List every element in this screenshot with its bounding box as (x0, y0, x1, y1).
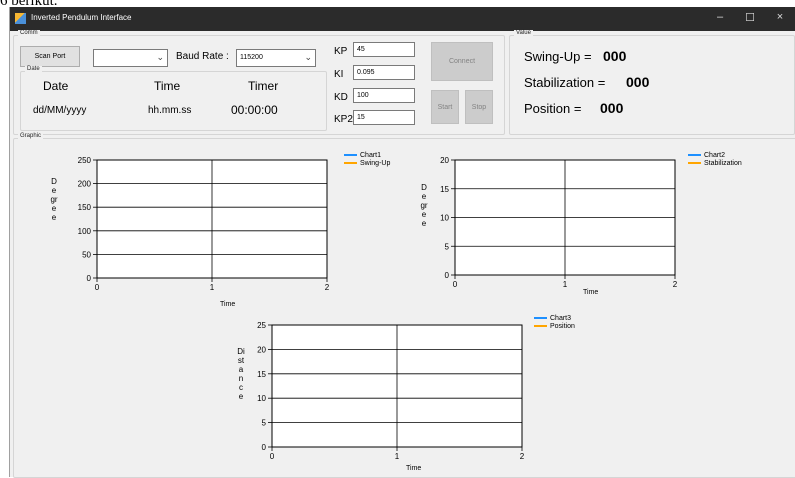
chart2-xlabel: Time (583, 289, 599, 296)
stop-button[interactable]: Stop (465, 90, 493, 124)
x-tick-label: 1 (210, 283, 215, 292)
chevron-down-icon: ⌄ (304, 52, 312, 62)
ki-input[interactable]: 0.095 (353, 65, 415, 80)
x-tick-label: 2 (673, 280, 678, 289)
timer-header: Timer (248, 79, 279, 93)
date-value: dd/MM/yyyy (33, 105, 87, 116)
chart1-legend-item: Swing-Up (344, 159, 390, 167)
chart1-ylabel: Degree (50, 177, 58, 222)
y-tick-label: 150 (78, 203, 92, 212)
graphic-group-label: Graphic (18, 133, 44, 139)
chart1-legend-label: Chart1 (360, 151, 382, 159)
minimize-button[interactable]: – (710, 11, 730, 23)
value-group-label: Value (514, 30, 533, 36)
chart2-legend: Chart2 Stabilization (688, 151, 742, 167)
stabilization-label: Stabilization = (524, 75, 606, 90)
y-tick-label: 10 (440, 214, 449, 223)
baud-rate-label: Baud Rate : (176, 51, 229, 62)
title-bar[interactable]: Inverted Pendulum Interface – ☐ × (10, 7, 795, 31)
y-tick-label: 5 (445, 242, 450, 251)
kp-label: KP (334, 46, 348, 57)
x-tick-label: 1 (395, 452, 400, 461)
y-tick-label: 100 (78, 227, 92, 236)
y-tick-label: 25 (257, 321, 266, 330)
position-label: Position = (524, 101, 582, 116)
chart3-legend-label: Position (550, 322, 575, 330)
y-tick-label: 0 (87, 274, 92, 283)
kd-input[interactable]: 100 (353, 88, 415, 103)
chart2-ylabel: Degree (420, 183, 428, 228)
x-tick-label: 2 (325, 283, 330, 292)
time-value: hh.mm.ss (148, 105, 192, 116)
kp-input[interactable]: 45 (353, 42, 415, 57)
baud-rate-combobox[interactable]: 115200 ⌄ (236, 49, 316, 67)
chart-position: 0 5 10 15 20 25 0 1 2 (257, 321, 525, 461)
chart-swing-up: 0 50 100 150 200 250 0 1 2 (78, 156, 330, 292)
date-group-label: Date (25, 66, 42, 72)
x-tick-label: 2 (520, 452, 525, 461)
y-tick-label: 0 (262, 443, 267, 452)
window-title: Inverted Pendulum Interface (31, 13, 132, 22)
start-button[interactable]: Start (431, 90, 459, 124)
position-value: 000 (600, 100, 624, 116)
x-tick-label: 0 (95, 283, 100, 292)
timer-value: 00:00:00 (231, 103, 278, 117)
chart3-ylabel: Distance (237, 347, 245, 401)
y-tick-label: 50 (82, 250, 91, 259)
kp2-input[interactable]: 15 (353, 110, 415, 125)
date-header: Date (43, 79, 69, 93)
chart3-legend-label: Chart3 (550, 314, 572, 322)
app-window: Inverted Pendulum Interface – ☐ × Comm S… (9, 7, 795, 478)
chart3-legend-item: Position (534, 322, 575, 330)
chart2-legend-label: Chart2 (704, 151, 726, 159)
y-tick-label: 250 (78, 156, 92, 165)
chart2-legend-item: Chart2 (688, 151, 742, 159)
port-combobox[interactable]: ⌄ (93, 49, 168, 67)
connect-button[interactable]: Connect (431, 42, 493, 81)
chart1-legend: Chart1 Swing-Up (344, 151, 390, 167)
chart3-legend-item: Chart3 (534, 314, 575, 322)
time-header: Time (154, 79, 181, 93)
y-tick-label: 20 (257, 345, 266, 354)
chevron-down-icon: ⌄ (156, 52, 164, 62)
close-button[interactable]: × (770, 11, 790, 23)
y-tick-label: 15 (257, 370, 266, 379)
scan-port-button[interactable]: Scan Port (20, 46, 80, 67)
x-tick-label: 0 (270, 452, 275, 461)
y-tick-label: 0 (445, 271, 450, 280)
app-icon (15, 13, 26, 24)
ki-label: KI (334, 69, 344, 80)
y-tick-label: 10 (257, 394, 266, 403)
kd-label: KD (334, 92, 348, 103)
chart3-xlabel: Time (406, 465, 422, 472)
stabilization-value: 000 (626, 74, 650, 90)
x-tick-label: 1 (563, 280, 568, 289)
y-tick-label: 15 (440, 185, 449, 194)
y-tick-label: 200 (78, 180, 92, 189)
chart1-legend-label: Swing-Up (360, 159, 391, 167)
swing-up-label: Swing-Up = (524, 49, 592, 64)
baud-rate-value: 115200 (240, 54, 263, 61)
swing-up-value: 000 (603, 48, 627, 64)
comm-group-label: Comm (18, 30, 40, 36)
chart-stabilization: 0 5 10 15 20 0 1 2 (440, 156, 678, 289)
chart1-xlabel: Time (220, 301, 236, 308)
chart2-legend-label: Stabilization (704, 159, 742, 167)
kp2-label: KP2 (334, 114, 353, 125)
chart1-legend-item: Chart1 (344, 151, 390, 159)
x-tick-label: 0 (453, 280, 458, 289)
chart2-legend-item: Stabilization (688, 159, 742, 167)
y-tick-label: 20 (440, 156, 449, 165)
y-tick-label: 5 (262, 419, 267, 428)
chart3-legend: Chart3 Position (534, 314, 575, 330)
maximize-button[interactable]: ☐ (740, 11, 760, 24)
